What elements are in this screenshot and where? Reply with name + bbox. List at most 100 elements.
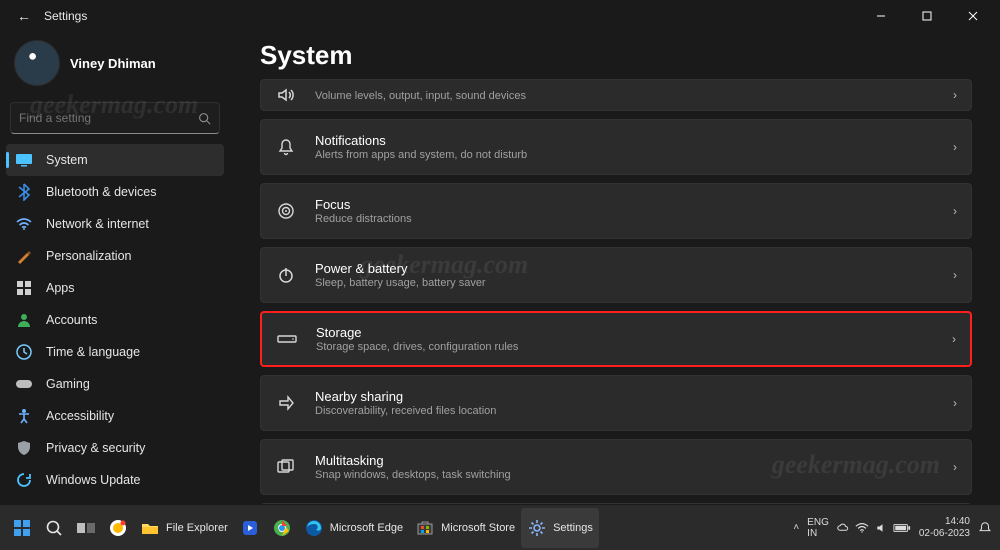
chevron-right-icon: ›	[953, 204, 957, 218]
taskbar-app-label: Microsoft Store	[441, 522, 515, 534]
update-icon	[14, 470, 34, 490]
close-button[interactable]	[950, 0, 996, 32]
card-subtitle: Snap windows, desktops, task switching	[315, 469, 511, 481]
taskbar-app-settings[interactable]: Settings	[521, 508, 599, 548]
chevron-right-icon: ›	[953, 268, 957, 282]
chat-icon	[108, 518, 128, 538]
start-icon	[12, 518, 32, 538]
nav-list: System Bluetooth & devices Network & inter…	[0, 144, 230, 496]
user-name: Viney Dhiman	[70, 56, 156, 71]
taskbar-app-label: Microsoft Edge	[330, 522, 403, 534]
network-icon	[14, 214, 34, 234]
back-button[interactable]: ←	[4, 0, 44, 32]
taskbar-tray[interactable]: ˄ ENGIN 14:40 02-06-2023	[793, 516, 1000, 539]
sidebar-item-network[interactable]: Network & internet	[6, 208, 224, 240]
taskbar-app-start[interactable]	[6, 508, 38, 548]
taskbar-app-chrome[interactable]	[266, 508, 298, 548]
nearby-icon	[275, 395, 297, 411]
settings-card-notifications[interactable]: NotificationsAlerts from apps and system…	[260, 119, 972, 175]
search-box[interactable]	[10, 102, 220, 134]
sidebar-item-gaming[interactable]: Gaming	[6, 368, 224, 400]
search-icon	[198, 112, 211, 125]
sidebar-item-bluetooth[interactable]: Bluetooth & devices	[6, 176, 224, 208]
taskbar-app-chat[interactable]	[102, 508, 134, 548]
sidebar-item-system[interactable]: System	[6, 144, 224, 176]
apps-icon	[14, 278, 34, 298]
sidebar-item-time[interactable]: Time & language	[6, 336, 224, 368]
taskview-icon	[76, 518, 96, 538]
sidebar-item-accessibility[interactable]: Accessibility	[6, 400, 224, 432]
window-title: Settings	[44, 9, 87, 23]
sidebar-item-privacy[interactable]: Privacy & security	[6, 432, 224, 464]
tray-icons[interactable]	[837, 522, 911, 534]
sidebar-item-accounts[interactable]: Accounts	[6, 304, 224, 336]
avatar	[14, 40, 60, 86]
personalization-icon	[14, 246, 34, 266]
user-profile[interactable]: Viney Dhiman	[0, 32, 230, 102]
taskbar-app-videohub[interactable]	[234, 508, 266, 548]
chevron-right-icon: ›	[953, 88, 957, 102]
taskbar-app-edge[interactable]: Microsoft Edge	[298, 508, 409, 548]
chevron-up-icon[interactable]: ˄	[793, 522, 799, 533]
taskbar-app-explorer[interactable]: File Explorer	[134, 508, 234, 548]
sidebar-item-label: Bluetooth & devices	[46, 185, 157, 199]
search-icon	[44, 518, 64, 538]
minimize-button[interactable]	[858, 0, 904, 32]
sidebar-item-label: Privacy & security	[46, 441, 145, 455]
titlebar: ← Settings	[0, 0, 1000, 32]
taskbar-clock[interactable]: 14:40 02-06-2023	[919, 516, 970, 539]
card-title: Nearby sharing	[315, 389, 496, 404]
page-title: System	[260, 40, 980, 71]
wifi-icon	[855, 522, 869, 534]
card-title: Notifications	[315, 133, 527, 148]
settings-card-storage[interactable]: StorageStorage space, drives, configurat…	[260, 311, 972, 367]
maximize-button[interactable]	[904, 0, 950, 32]
sidebar-item-apps[interactable]: Apps	[6, 272, 224, 304]
settings-card-focus[interactable]: FocusReduce distractions ›	[260, 183, 972, 239]
sidebar-item-label: Time & language	[46, 345, 140, 359]
taskbar-app-msstore[interactable]: Microsoft Store	[409, 508, 521, 548]
taskbar-app-search[interactable]	[38, 508, 70, 548]
settings-card-sound[interactable]: Volume levels, output, input, sound devi…	[260, 79, 972, 111]
taskbar-apps: File Explorer Microsoft Edge Microsoft Sto…	[0, 508, 599, 548]
card-title: Power & battery	[315, 261, 486, 276]
sidebar-item-label: Network & internet	[46, 217, 149, 231]
msstore-icon	[415, 518, 435, 538]
edge-icon	[304, 518, 324, 538]
card-subtitle: Reduce distractions	[315, 213, 412, 225]
taskbar-app-taskview[interactable]	[70, 508, 102, 548]
sound-icon	[275, 87, 297, 103]
settings-card-multitasking[interactable]: MultitaskingSnap windows, desktops, task…	[260, 439, 972, 495]
card-title: Focus	[315, 197, 412, 212]
card-title: Multitasking	[315, 453, 511, 468]
card-subtitle: Discoverability, received files location	[315, 405, 496, 417]
sidebar-item-label: Apps	[46, 281, 75, 295]
taskbar: File Explorer Microsoft Edge Microsoft Sto…	[0, 504, 1000, 550]
taskbar-app-label: File Explorer	[166, 522, 228, 534]
sidebar-item-label: Windows Update	[46, 473, 141, 487]
sidebar-item-label: System	[46, 153, 88, 167]
explorer-icon	[140, 518, 160, 538]
system-icon	[14, 150, 34, 170]
settings-card-power[interactable]: Power & batterySleep, battery usage, bat…	[260, 247, 972, 303]
battery-icon	[893, 523, 911, 533]
settings-card-nearby[interactable]: Nearby sharingDiscoverability, received …	[260, 375, 972, 431]
card-title: Storage	[316, 325, 518, 340]
card-subtitle: Sleep, battery usage, battery saver	[315, 277, 486, 289]
search-input[interactable]	[19, 111, 192, 125]
time-icon	[14, 342, 34, 362]
bluetooth-icon	[14, 182, 34, 202]
sidebar-item-label: Gaming	[46, 377, 90, 391]
sidebar-item-personalization[interactable]: Personalization	[6, 240, 224, 272]
storage-icon	[276, 333, 298, 345]
power-icon	[275, 266, 297, 284]
notification-bell-icon[interactable]	[978, 521, 992, 535]
focus-icon	[275, 202, 297, 220]
chevron-right-icon: ›	[953, 396, 957, 410]
settings-icon	[527, 518, 547, 538]
tray-lang[interactable]: ENGIN	[807, 517, 829, 539]
settings-list[interactable]: Volume levels, output, input, sound devi…	[260, 79, 980, 509]
cloud-icon	[837, 522, 849, 534]
sidebar-item-update[interactable]: Windows Update	[6, 464, 224, 496]
sidebar-item-label: Accessibility	[46, 409, 114, 423]
